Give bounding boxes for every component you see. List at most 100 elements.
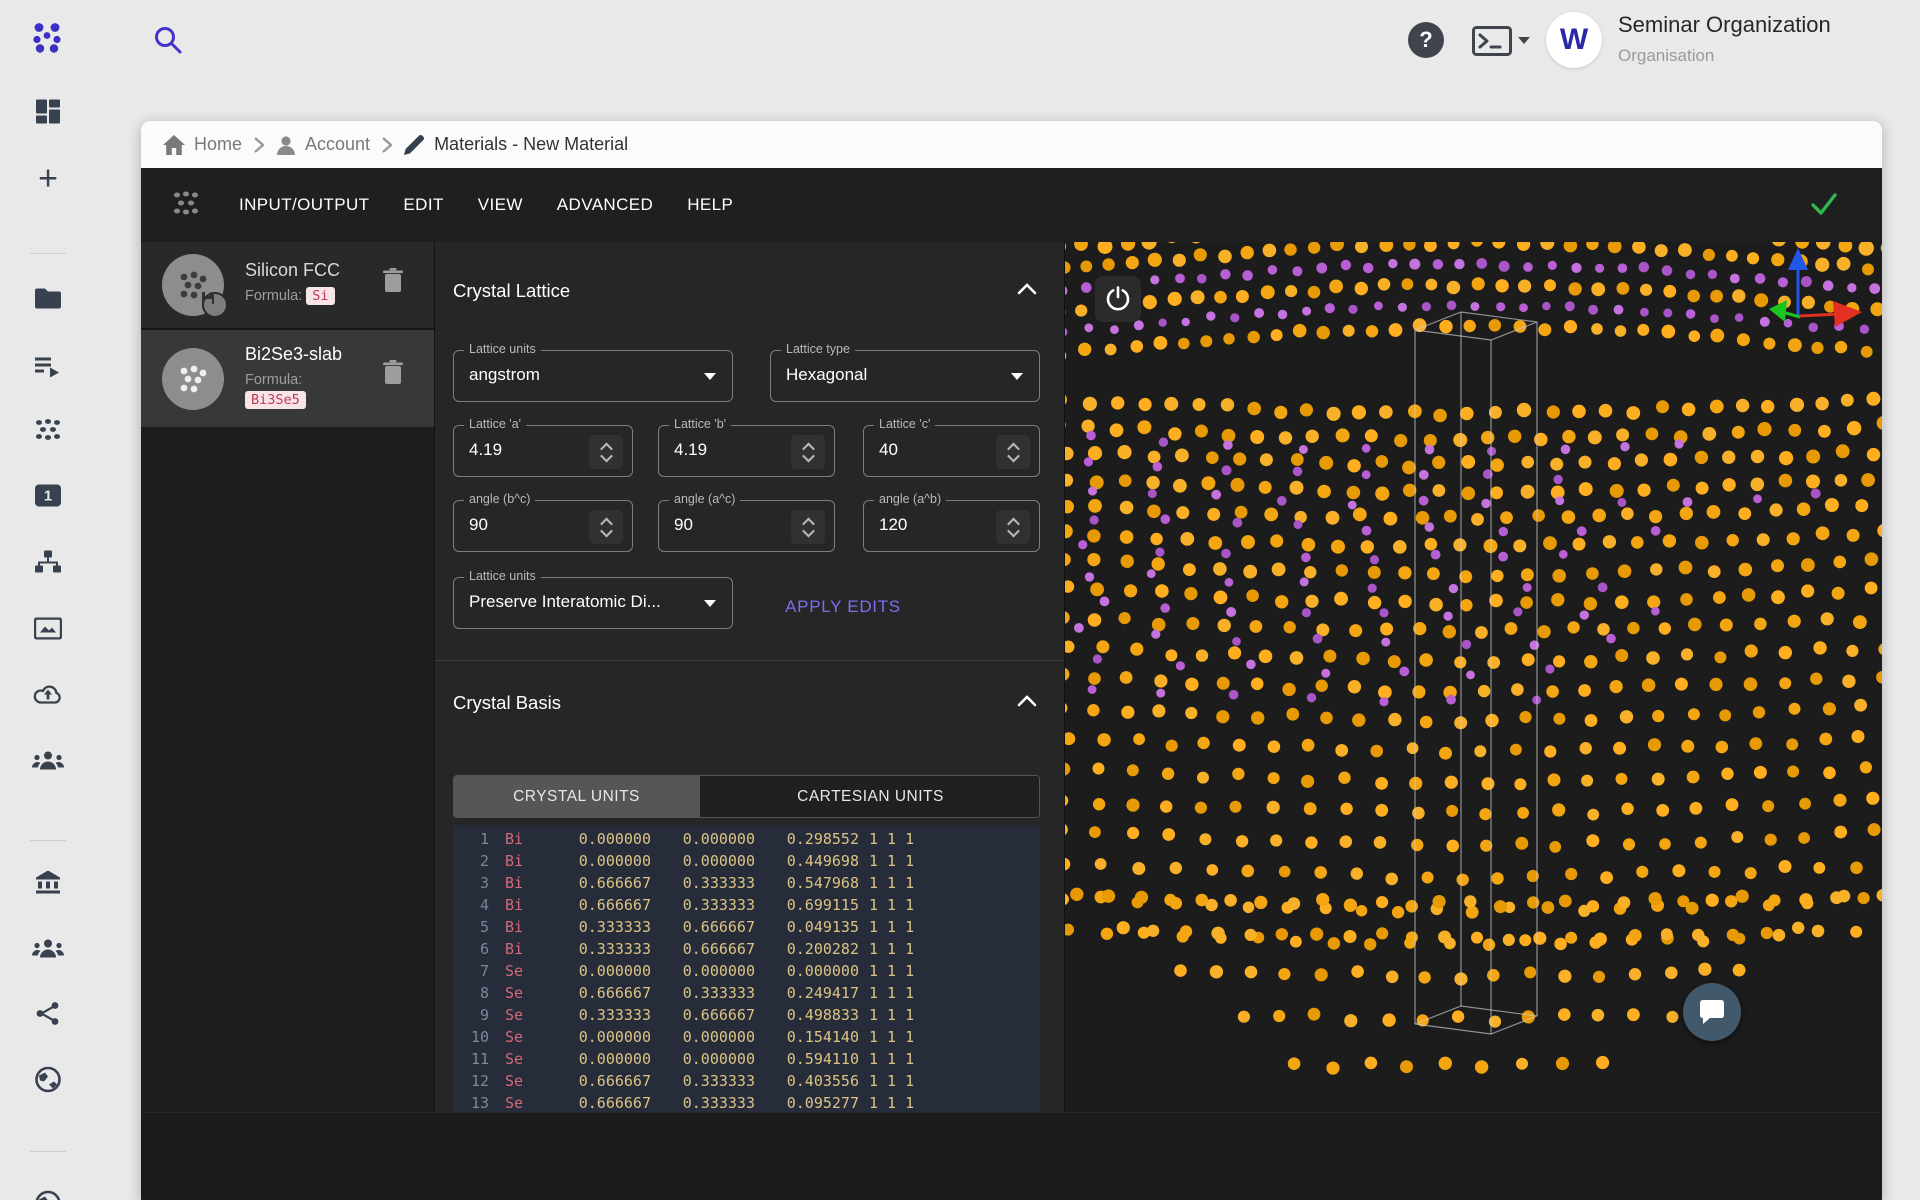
add-new-icon[interactable]: + [38,160,58,199]
apply-edits-button[interactable]: APPLY EDITS [763,590,923,624]
menu-advanced[interactable]: ADVANCED [557,195,653,215]
angle-ab-input[interactable]: angle (a^b) 120 [863,500,1040,552]
viewer-power-button[interactable] [1095,276,1141,322]
editor-window: Home Account Materials - New Material IN… [141,121,1882,1200]
material-avatar [162,348,224,410]
lattice-units-mode-select[interactable]: Lattice units Preserve Interatomic Di... [453,577,733,629]
stepper-control[interactable] [791,510,825,544]
basis-atom-row: 7Se0.0000000.0000000.0000001 1 1 [453,960,1040,982]
folder-icon[interactable] [34,288,62,315]
delete-material-icon[interactable] [383,268,403,297]
chevron-right-icon [382,137,392,153]
stepper-control[interactable] [589,435,623,469]
chat-launcher-button[interactable] [1683,983,1741,1041]
lattice-a-input[interactable]: Lattice 'a' 4.19 [453,425,633,477]
basis-atom-row: 4Bi0.6666670.3333330.6991151 1 1 [453,894,1040,916]
basis-units-tabs: CRYSTAL UNITS CARTESIAN UNITS [453,775,1040,818]
basis-atom-row: 10Se0.0000000.0000000.1541401 1 1 [453,1026,1040,1048]
chat-bubble-icon [1698,999,1726,1025]
formula-chip: Si [306,287,334,305]
material-item-bi2se3-slab[interactable]: Bi2Se3-slab Formula: Bi3Se5 [141,330,434,427]
group-icon[interactable] [32,939,64,964]
save-icon [201,291,215,305]
menu-view[interactable]: VIEW [478,195,523,215]
rail-divider [30,253,66,254]
tab-cartesian-units[interactable]: CARTESIAN UNITS [699,776,1040,817]
card-footer [141,1112,1882,1200]
atoms-canvas [1065,242,1882,1112]
terminal-icon [1472,26,1512,56]
left-rail: + 1 [0,0,96,1200]
crystal-lattice-title: Crystal Lattice [453,280,570,302]
crystal-basis-title: Crystal Basis [453,692,561,714]
structure-viewer-3d[interactable] [1065,242,1882,1112]
menu-help[interactable]: HELP [687,195,733,215]
bank-icon[interactable] [34,870,62,899]
basis-atom-row: 6Bi0.3333330.6666670.2002821 1 1 [453,938,1040,960]
rail-divider [30,840,66,841]
material-formula-label: Formula: [245,372,302,388]
stepper-control[interactable] [589,510,623,544]
basis-atom-row: 3Bi0.6666670.3333330.5479681 1 1 [453,872,1040,894]
lattice-type-select[interactable]: Lattice type Hexagonal [770,350,1040,402]
org-name: Seminar Organization [1618,12,1831,38]
molecule-icon [176,364,210,394]
menu-items: INPUT/OUTPUT EDIT VIEW ADVANCED HELP [239,195,733,215]
angle-ac-input[interactable]: angle (a^c) 90 [658,500,835,552]
chevron-right-icon [254,137,264,153]
globe-icon[interactable] [35,1067,61,1098]
breadcrumb-account[interactable]: Account [276,134,370,155]
stepper-control[interactable] [996,510,1030,544]
material-formula: Formula: Si [245,288,335,304]
chevron-down-icon [1517,36,1531,46]
playlist-run-icon[interactable] [34,356,62,383]
power-icon [1105,286,1131,312]
console-menu-button[interactable] [1472,26,1531,56]
section-divider [435,660,1064,661]
user-avatar[interactable]: W [1546,12,1602,68]
menu-edit[interactable]: EDIT [403,195,443,215]
breadcrumb: Home Account Materials - New Material [141,121,1882,168]
globe-icon[interactable] [35,1191,61,1200]
editor-menubar: INPUT/OUTPUT EDIT VIEW ADVANCED HELP [141,168,1882,242]
help-icon[interactable]: ? [1408,22,1444,58]
tab-crystal-units[interactable]: CRYSTAL UNITS [454,776,699,817]
team-icon[interactable] [32,751,64,776]
lattice-units-select[interactable]: Lattice units angstrom [453,350,733,402]
collapse-lattice-icon[interactable] [1017,282,1037,300]
basis-table[interactable]: 1Bi0.0000000.0000000.2985521 1 1 2Bi0.00… [453,825,1040,1112]
material-formula: Bi3Se5 [245,392,306,408]
dashboard-icon[interactable] [35,99,61,130]
menu-input-output[interactable]: INPUT/OUTPUT [239,195,369,215]
material-name: Bi2Se3-slab [245,344,342,365]
search-icon[interactable] [152,24,184,61]
basis-atom-row: 1Bi0.0000000.0000000.2985521 1 1 [453,828,1040,850]
lattice-c-input[interactable]: Lattice 'c' 40 [863,425,1040,477]
one-badge-icon[interactable]: 1 [34,484,62,513]
material-name: Silicon FCC [245,260,340,281]
stepper-control[interactable] [791,435,825,469]
delete-material-icon[interactable] [383,360,403,389]
molecule-icon[interactable] [34,418,62,447]
breadcrumb-current[interactable]: Materials - New Material [404,134,628,155]
angle-bc-input[interactable]: angle (b^c) 90 [453,500,633,552]
sitemap-icon[interactable] [34,550,62,579]
share-icon[interactable] [36,1002,60,1031]
brand-logo-icon[interactable] [30,20,66,61]
stepper-control[interactable] [996,435,1030,469]
unit-cell-wireframe [1415,312,1537,1034]
svg-text:1: 1 [44,488,52,505]
image-card-icon[interactable] [34,618,62,645]
basis-atom-row: 12Se0.6666670.3333330.4035561 1 1 [453,1070,1040,1092]
org-type: Organisation [1618,46,1714,66]
cloud-upload-icon[interactable] [33,684,63,711]
dropdown-arrow-icon [704,600,716,607]
material-item-silicon-fcc[interactable]: Silicon FCC Formula: Si [141,242,434,330]
person-icon [276,135,296,155]
collapse-basis-icon[interactable] [1017,694,1037,712]
materials-list-panel: Silicon FCC Formula: Si Bi2Se3-slab Form… [141,242,435,1112]
lattice-b-input[interactable]: Lattice 'b' 4.19 [658,425,835,477]
breadcrumb-home[interactable]: Home [163,134,242,155]
dropdown-arrow-icon [704,373,716,380]
saved-check-icon[interactable] [1811,193,1837,220]
